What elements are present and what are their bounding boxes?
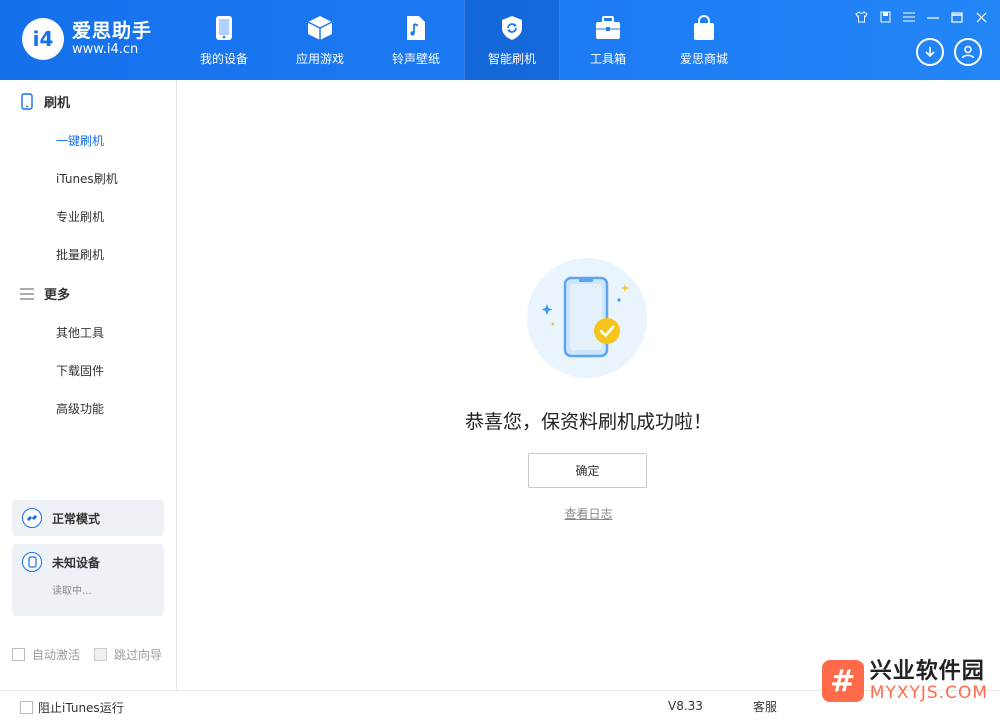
app-logo[interactable]: i4 爱思助手 www.i4.cn [22,18,152,60]
main-content: 恭喜您，保资料刷机成功啦！ 确定 查看日志 [177,80,1000,690]
view-log-link[interactable]: 查看日志 [177,505,1000,522]
shopping-bag-icon [690,14,718,42]
link-icon [22,508,42,528]
device-status-text: 读取中... [52,586,92,597]
sidebar-item-other-tools[interactable]: 其他工具 [56,324,104,341]
sidebar-item-advanced[interactable]: 高级功能 [56,400,104,417]
menu-icon [18,285,36,303]
maximize-icon[interactable] [948,8,966,26]
confirm-button[interactable]: 确定 [528,453,647,488]
version-label: V8.33 [668,699,703,713]
sidebar-item-download-firmware[interactable]: 下载固件 [56,362,104,379]
sidebar-item-batch-flash[interactable]: 批量刷机 [56,246,104,263]
device-icon [22,552,42,572]
app-title: 爱思助手 [72,20,153,42]
skip-guide-option[interactable]: 跳过向导 [94,646,162,663]
device-label: 未知设备 [52,555,101,570]
nav-label: 爱思商城 [679,52,728,66]
nav-item-ringtones-wallpapers[interactable]: 铃声壁纸 [368,0,464,80]
watermark: # 兴业软件园 MYXYJS.COM [821,659,988,703]
success-illustration [527,258,647,378]
nav-label: 我的设备 [199,52,248,66]
watermark-name: 兴业软件园 [869,659,985,684]
logo-mark: i4 [22,18,64,60]
section-title-label: 更多 [44,288,71,303]
sidebar: 刷机 一键刷机 iTunes刷机 专业刷机 批量刷机 更多 其他工具 下载固件 … [0,80,177,690]
phone-success-icon [541,276,629,358]
sidebar-item-pro-flash[interactable]: 专业刷机 [56,208,104,225]
skin-icon[interactable] [852,8,870,26]
feedback-icon[interactable] [876,8,894,26]
nav-item-store[interactable]: 爱思商城 [656,0,752,80]
block-itunes-label: 阻止iTunes运行 [38,701,124,715]
nav-item-smart-flash[interactable]: 智能刷机 [464,0,560,80]
phone-outline-icon [18,93,36,111]
nav-label: 铃声壁纸 [391,52,440,66]
sidebar-section-more[interactable]: 更多 [18,284,70,303]
main-nav: 我的设备 应用游戏 铃声壁纸 智能刷机 工具箱 爱思商城 [176,0,752,80]
watermark-logo-icon: # [821,660,864,702]
mode-label: 正常模式 [52,511,101,526]
nav-label: 应用游戏 [295,52,344,66]
phone-icon [210,14,238,42]
app-header: i4 爱思助手 www.i4.cn 我的设备 应用游戏 铃声壁纸 智能刷机 工具… [0,0,1000,80]
cube-icon [306,14,334,42]
sidebar-item-itunes-flash[interactable]: iTunes刷机 [56,170,118,187]
skip-guide-checkbox[interactable] [94,648,107,661]
auto-activate-checkbox[interactable] [12,648,25,661]
mode-status[interactable]: 正常模式 [12,500,164,536]
menu-icon[interactable] [900,8,918,26]
nav-label: 工具箱 [589,52,626,66]
header-actions [916,38,982,66]
section-title-label: 刷机 [44,96,71,111]
auto-activate-option[interactable]: 自动激活 [12,646,80,663]
auto-activate-label: 自动激活 [32,648,81,662]
block-itunes-option[interactable]: 阻止iTunes运行 [20,699,124,716]
skip-guide-label: 跳过向导 [114,648,163,662]
device-status-card[interactable]: 未知设备 读取中... [12,544,164,616]
user-icon[interactable] [954,38,982,66]
watermark-domain: MYXYJS.COM [869,683,988,703]
nav-label: 智能刷机 [487,52,536,66]
download-icon[interactable] [916,38,944,66]
success-message: 恭喜您，保资料刷机成功啦！ [464,411,712,433]
shield-refresh-icon [498,14,526,42]
nav-item-my-device[interactable]: 我的设备 [176,0,272,80]
block-itunes-checkbox[interactable] [20,701,33,714]
app-url: www.i4.cn [72,42,139,57]
close-icon[interactable] [972,8,990,26]
toolbox-icon [594,14,622,42]
nav-item-toolbox[interactable]: 工具箱 [560,0,656,80]
sidebar-section-flash[interactable]: 刷机 [18,92,70,111]
sidebar-item-one-click-flash[interactable]: 一键刷机 [56,132,104,149]
window-controls [852,8,990,26]
music-file-icon [402,14,430,42]
customer-service-link[interactable]: 客服 [753,698,777,715]
nav-item-apps-games[interactable]: 应用游戏 [272,0,368,80]
minimize-icon[interactable] [924,8,942,26]
